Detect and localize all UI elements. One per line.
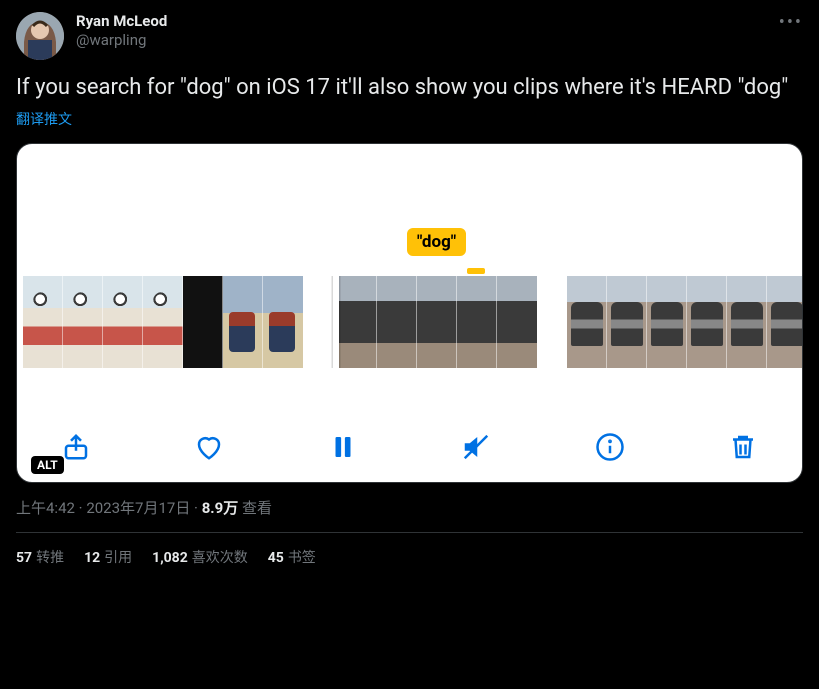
info-icon[interactable] [593, 430, 627, 464]
stat-bookmarks[interactable]: 45书签 [268, 547, 316, 567]
clip-thumbnail [607, 276, 647, 368]
clip-thumbnail [143, 276, 183, 368]
mute-icon[interactable] [459, 430, 493, 464]
views-count: 8.9万 [202, 499, 239, 517]
clip-group-active[interactable] [333, 276, 537, 368]
playhead[interactable] [333, 276, 339, 368]
tweet-time: 上午4:42 [16, 499, 75, 517]
user-handle: @warpling [76, 31, 167, 50]
tweet-header: Ryan McLeod @warpling ••• [16, 12, 803, 60]
clip-thumbnail [223, 276, 263, 368]
clip-thumbnail [567, 276, 607, 368]
clip-thumbnail [767, 276, 802, 368]
more-icon[interactable]: ••• [779, 12, 803, 33]
tweet-text: If you search for "dog" on iOS 17 it'll … [16, 74, 803, 103]
media-attachment[interactable]: "dog" [16, 143, 803, 483]
clip-thumbnail [183, 276, 223, 368]
user-name-block[interactable]: Ryan McLeod @warpling [76, 12, 167, 50]
clip-thumbnail [103, 276, 143, 368]
share-icon[interactable] [59, 430, 93, 464]
clip-thumbnail [417, 276, 457, 368]
clip-thumbnail [647, 276, 687, 368]
display-name: Ryan McLeod [76, 12, 167, 31]
keyword-timeline-marker [467, 268, 485, 274]
views-label: 查看 [242, 499, 272, 517]
tweet-container: Ryan McLeod @warpling ••• If you search … [0, 0, 819, 581]
stat-quotes[interactable]: 12引用 [84, 547, 132, 567]
avatar[interactable] [16, 12, 64, 60]
clip-thumbnail [23, 276, 63, 368]
clip-thumbnail [497, 276, 537, 368]
clip-thumbnail [337, 276, 377, 368]
search-keyword-badge: "dog" [407, 228, 466, 256]
clip-thumbnail [263, 276, 303, 368]
heart-icon[interactable] [192, 430, 226, 464]
tweet-stats: 57转推 12引用 1,082喜欢次数 45书签 [16, 533, 803, 581]
clip-thumbnail [727, 276, 767, 368]
tweet-date: 2023年7月17日 [86, 499, 190, 517]
clip-group[interactable] [23, 276, 303, 368]
pause-icon[interactable] [326, 430, 360, 464]
media-toolbar [17, 430, 802, 464]
tweet-meta[interactable]: 上午4:42 · 2023年7月17日 · 8.9万 查看 [16, 497, 803, 518]
alt-badge[interactable]: ALT [31, 456, 64, 474]
stat-retweets[interactable]: 57转推 [16, 547, 64, 567]
clip-thumbnail [457, 276, 497, 368]
clip-thumbnail [63, 276, 103, 368]
translate-link[interactable]: 翻译推文 [16, 109, 803, 129]
clip-thumbnail [377, 276, 417, 368]
stat-likes[interactable]: 1,082喜欢次数 [152, 547, 248, 567]
video-timeline[interactable] [17, 276, 802, 368]
trash-icon[interactable] [726, 430, 760, 464]
clip-thumbnail [687, 276, 727, 368]
clip-group[interactable] [567, 276, 802, 368]
